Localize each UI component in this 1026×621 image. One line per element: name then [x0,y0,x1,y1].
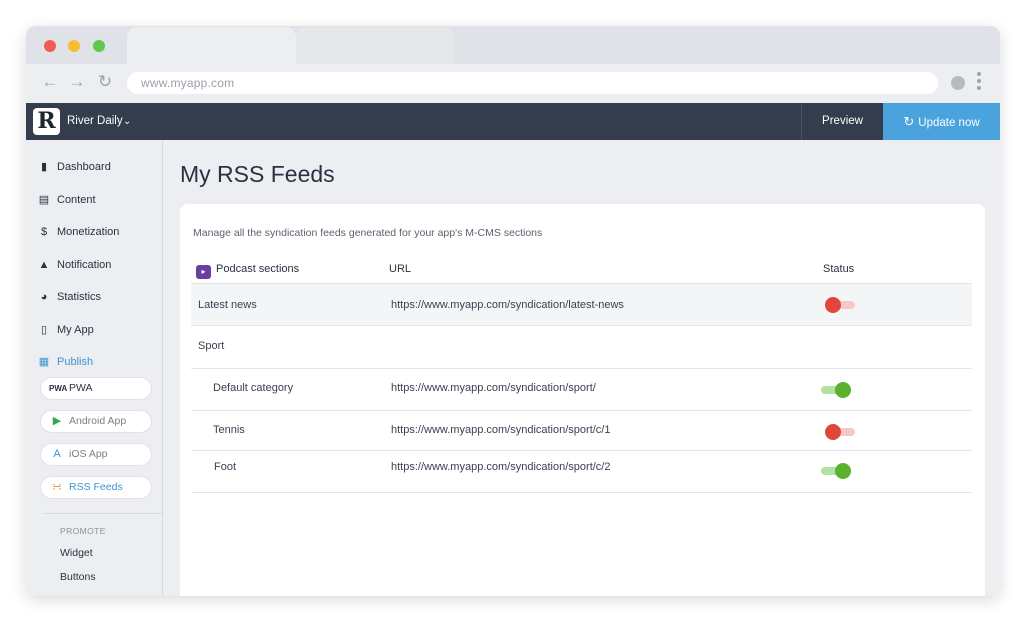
sidebar-item-statistics[interactable]: ◕ Statistics [37,289,101,305]
sidebar-item-label: Publish [57,356,94,368]
document-icon: ▤ [38,194,50,206]
sidebar-item-monetization[interactable]: $ Monetization [37,224,119,240]
status-toggle[interactable] [825,424,857,440]
browser-tab-inactive[interactable] [296,27,454,65]
status-toggle[interactable] [825,297,857,313]
sidebar: ▮ Dashboard ▤ Content $ Monetization ▲ Notif… [26,140,163,596]
speaker-icon: ▸ [196,265,211,279]
sidebar-item-notification[interactable]: ▲ Notification [37,257,112,273]
update-now-button[interactable]: ↻ Update now [883,103,1000,140]
section-name: Default category [213,382,294,394]
back-arrow-icon[interactable]: ← [41,72,59,92]
address-bar[interactable]: www.myapp.com [127,72,938,94]
section-name: Sport [198,340,225,352]
sidebar-item-widget[interactable]: Widget [60,547,93,559]
section-name: Tennis [213,424,245,436]
play-store-icon: ▶ [52,415,62,427]
sidebar-item-label: Statistics [57,291,102,303]
table-row: Foot https://www.myapp.com/syndication/s… [191,451,972,493]
feed-url[interactable]: https://www.myapp.com/syndication/sport/… [391,424,610,436]
column-header-url: URL [389,263,412,275]
bell-icon: ▲ [38,259,50,271]
sidebar-item-label: Dashboard [57,161,111,173]
status-toggle[interactable] [821,382,853,398]
sidebar-divider [43,513,162,514]
app-store-icon: A [53,448,61,460]
sidebar-item-my-app[interactable]: ▯ My App [37,322,94,338]
table-row: Default category https://www.myapp.com/s… [191,369,972,411]
publish-item-label: Android App [69,415,127,427]
feed-url[interactable]: https://www.myapp.com/syndication/sport/… [391,461,610,473]
bar-chart-icon: ▮ [40,161,48,173]
browser-tab-active[interactable] [127,27,296,65]
publish-item-rss[interactable]: ∺ RSS Feeds [40,476,152,499]
sidebar-item-label: Content [57,194,96,206]
store-icon: ▦ [38,356,50,368]
column-header-label: Podcast sections [216,263,300,275]
rss-icon: ∺ [52,481,62,493]
publish-item-ios[interactable]: AiOS App [40,443,152,466]
minimize-window-button[interactable] [68,40,80,52]
chevron-down-icon[interactable]: ⌄ [123,103,131,140]
column-header-status: Status [823,263,855,275]
sync-icon: ↻ [903,114,915,129]
table-row: Tennis https://www.myapp.com/syndication… [191,411,972,451]
page-title: My RSS Feeds [180,161,335,187]
close-window-button[interactable] [44,40,56,52]
app-name[interactable]: River Daily [67,103,123,140]
status-toggle[interactable] [821,463,853,479]
column-header-section: ▸ Podcast sections [196,263,299,279]
table-row: Sport [191,326,972,369]
pwa-icon: PWA [49,384,68,393]
update-now-label: Update now [918,117,980,129]
browser-window: ← → ↻ www.myapp.com R River Daily ⌄ Prev… [26,26,1000,596]
publish-item-label: iOS App [69,448,108,460]
preview-button[interactable]: Preview [801,103,883,140]
browser-toolbar: ← → ↻ www.myapp.com [26,64,1000,103]
section-name: Foot [214,461,237,473]
sidebar-item-label: Monetization [57,226,120,238]
forward-arrow-icon[interactable]: → [68,72,86,92]
promote-heading: PROMOTE [60,526,106,536]
main-content: My RSS Feeds Manage all the syndication … [163,140,1000,596]
publish-item-pwa[interactable]: PWA PWA [40,377,152,400]
tab-strip [26,26,1000,65]
sidebar-item-buttons[interactable]: Buttons [60,571,96,583]
reload-icon[interactable]: ↻ [96,72,114,92]
sidebar-item-publish[interactable]: ▦ Publish [37,354,93,370]
maximize-window-button[interactable] [93,40,105,52]
sidebar-item-content[interactable]: ▤ Content [37,192,96,208]
dollar-icon: $ [40,226,48,238]
publish-item-label: PWA [69,382,93,394]
feed-url[interactable]: https://www.myapp.com/syndication/sport/ [391,382,596,394]
profile-icon[interactable] [951,76,965,90]
app-header: R River Daily ⌄ Preview ↻ Update now [26,103,1000,140]
sidebar-item-dashboard[interactable]: ▮ Dashboard [37,159,111,175]
browser-menu-icon[interactable] [977,72,982,94]
page-description: Manage all the syndication feeds generat… [193,227,543,239]
publish-item-android[interactable]: ▶ Android App [40,410,152,433]
sidebar-item-label: Notification [57,259,112,271]
publish-item-label: RSS Feeds [69,481,123,493]
app-logo: R [33,108,60,135]
pie-chart-icon: ◕ [40,291,48,303]
sidebar-item-label: My App [57,324,94,336]
feeds-card: Manage all the syndication feeds generat… [180,204,985,596]
feed-url[interactable]: https://www.myapp.com/syndication/latest… [391,299,624,311]
section-name: Latest news [198,299,257,311]
phone-icon: ▯ [40,324,48,336]
table-row: Latest news https://www.myapp.com/syndic… [191,283,972,326]
